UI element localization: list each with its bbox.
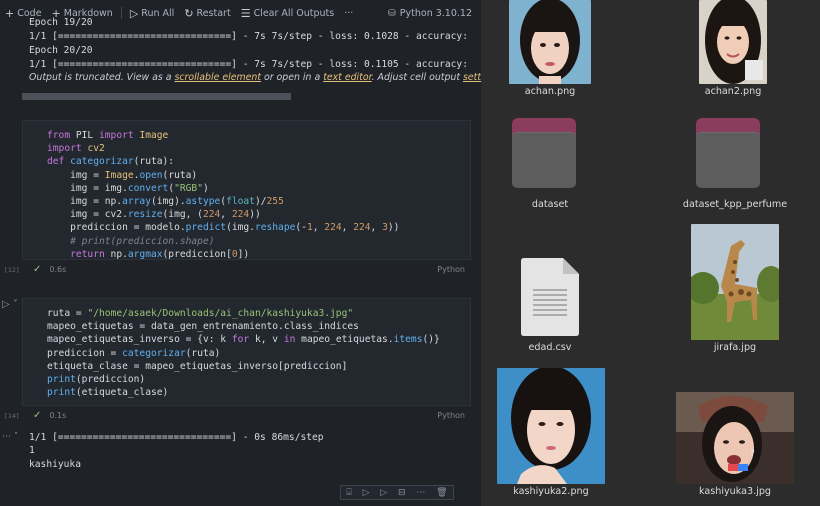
file-name[interactable]: kashiyuka2.png	[486, 486, 616, 497]
dataset-folder-icon[interactable]	[512, 118, 576, 188]
achan-thumbnail[interactable]	[509, 0, 591, 84]
cell-language[interactable]: Python	[437, 265, 465, 274]
code-cell-prediccion[interactable]: ruta = "/home/asaek/Downloads/ai_chan/ka…	[22, 298, 471, 406]
cell-output-top: Epoch 19/20 1/1 [========================…	[29, 16, 481, 72]
file-name[interactable]: achan.png	[485, 86, 615, 97]
file-name[interactable]: jirafa.jpg	[670, 342, 800, 353]
settings-link[interactable]: settings	[463, 72, 481, 83]
output-line: 1/1 [==============================] - 7…	[29, 59, 468, 70]
file-name[interactable]: edad.csv	[485, 342, 615, 353]
output-horizontal-scrollbar[interactable]	[22, 93, 291, 100]
execution-time: 0.6s	[49, 265, 67, 274]
output-line: Epoch 20/20	[29, 45, 93, 56]
success-check-icon: ✓	[33, 410, 42, 421]
kashiyuka2-thumbnail[interactable]	[497, 368, 605, 484]
output-line: 1	[29, 445, 35, 457]
truncated-text: or open in a	[261, 72, 324, 83]
kashiyuka3-thumbnail[interactable]: ?	[676, 392, 794, 484]
cell-status: ✓ 0.1s	[0, 410, 66, 421]
truncated-text: Output is truncated. View as a	[29, 72, 175, 83]
output-line: 1/1 [==============================] - 7…	[29, 31, 468, 42]
achan2-thumbnail[interactable]	[699, 0, 767, 84]
plus-icon: +	[5, 6, 15, 20]
run-by-line-icon[interactable]: ⌸	[344, 488, 353, 498]
text-editor-link[interactable]: text editor	[323, 72, 371, 83]
scrollable-element-link[interactable]: scrollable element	[174, 72, 261, 83]
split-cell-icon[interactable]: ⊟	[396, 488, 408, 498]
delete-cell-icon[interactable]: 🗑	[434, 488, 449, 498]
more-cell-actions-icon[interactable]: ⋯	[414, 488, 427, 498]
file-name[interactable]: kashiyuka3.jpg	[670, 486, 800, 497]
output-truncated-notice: Output is truncated. View as a scrollabl…	[29, 72, 481, 83]
code-cell-categorizar[interactable]: from PIL import Image import cv2 def cat…	[22, 120, 471, 260]
cell-toolbar: ⌸ ▷ ▷ ⊟ ⋯ 🗑	[340, 485, 454, 500]
run-cell-icon[interactable]: ▷ ˅	[2, 299, 18, 310]
execute-below-icon[interactable]: ▷	[378, 488, 389, 498]
dataset-kpp-perfume-folder-icon[interactable]	[696, 118, 760, 188]
file-name[interactable]: dataset	[485, 199, 615, 210]
file-browser: achan.png achan2.png dataset dataset_kpp…	[481, 0, 820, 506]
code-editor[interactable]: ruta = "/home/asaek/Downloads/ai_chan/ka…	[47, 307, 440, 399]
file-name[interactable]: achan2.png	[668, 86, 798, 97]
code-editor[interactable]: from PIL import Image import cv2 def cat…	[47, 129, 399, 261]
file-name[interactable]: dataset_kpp_perfume	[670, 199, 800, 210]
svg-text:?: ?	[750, 449, 755, 459]
output-line: kashiyuka	[29, 458, 81, 470]
cell-output-bottom: 1/1 [==============================] - 0…	[29, 431, 324, 471]
jirafa-thumbnail[interactable]	[691, 224, 779, 340]
success-check-icon: ✓	[33, 264, 42, 275]
notebook-editor: + Code + Markdown ▷ Run All ↻ Restart ☰ …	[0, 0, 481, 506]
execute-above-icon[interactable]: ▷	[361, 488, 372, 498]
output-line: 1/1 [==============================] - 0…	[29, 432, 324, 443]
csv-document-icon[interactable]	[519, 258, 581, 336]
cell-language[interactable]: Python	[437, 411, 465, 420]
cell-status: ✓ 0.6s	[0, 264, 66, 275]
output-actions-icon[interactable]: ⋯ ˅	[2, 432, 18, 442]
truncated-text: . Adjust cell output	[371, 72, 464, 83]
output-line: Epoch 19/20	[29, 17, 93, 28]
execution-time: 0.1s	[49, 411, 67, 420]
